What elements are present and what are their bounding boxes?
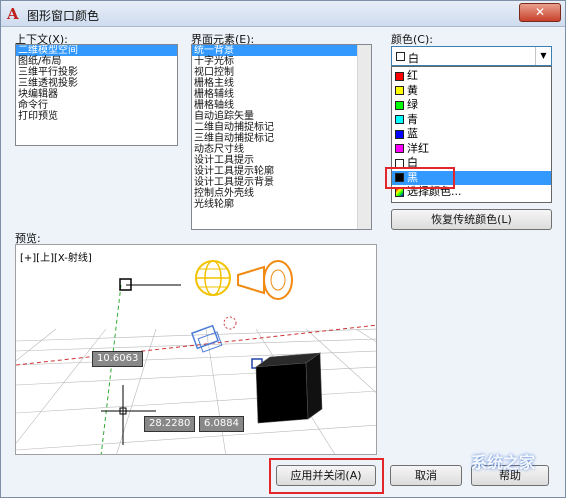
context-list-item[interactable]: 块编辑器 (16, 89, 177, 100)
interface-element-item[interactable]: 十字光标 (192, 56, 371, 67)
color-swatch-icon (395, 115, 404, 124)
coordinate-input-x: 28.2280 (144, 416, 196, 432)
preview-viewport: [+][上][X-射线] 10.6063 28.2280 6.0884 (15, 244, 377, 455)
color-swatch-icon (395, 86, 404, 95)
color-option[interactable]: 洋红 (392, 142, 551, 156)
context-list-item[interactable]: 命令行 (16, 100, 177, 111)
interface-element-item[interactable]: 栅格主线 (192, 78, 371, 89)
interface-element-item[interactable]: 设计工具提示背景 (192, 177, 371, 188)
interface-element-item[interactable]: 控制点外壳线 (192, 188, 371, 199)
cancel-button[interactable]: 取消 (390, 465, 462, 486)
color-swatch-icon (395, 71, 404, 81)
color-option[interactable]: 绿 (392, 98, 551, 112)
context-list-item[interactable]: 打印预览 (16, 111, 177, 122)
viewport-label[interactable]: [+][上][X-射线] (20, 249, 92, 264)
interface-element-item[interactable]: 设计工具提示 (192, 155, 371, 166)
context-list-item[interactable]: 三维透视投影 (16, 78, 177, 89)
preview-scene (16, 260, 376, 454)
title-bar[interactable]: A 图形窗口颜色 ✕ (1, 1, 565, 27)
interface-element-item[interactable]: 栅格轴线 (192, 100, 371, 111)
highlight-apply-button (269, 458, 384, 494)
restore-classic-colors-button[interactable]: 恢复传统颜色(L) (391, 209, 552, 230)
dialog-window: A 图形窗口颜色 ✕ 上下文(X): 二维模型空间 图纸/布局 三维平行投影 三维透视… (0, 0, 566, 498)
highlight-black-option (385, 167, 455, 189)
window-title: 图形窗口颜色 (27, 9, 100, 23)
color-option-label: 青 (407, 112, 418, 126)
watermark-text: 系统之家 (471, 453, 536, 472)
color-swatch-icon (395, 144, 404, 153)
current-color-swatch (396, 52, 405, 61)
elements-scrollbar[interactable] (357, 45, 371, 229)
interface-elements-listbox[interactable]: 统一背景 十字光标 视口控制 栅格主线 栅格辅线 栅格轴线 自动追踪矢量 二维自动捕捉标记 三维… (191, 44, 372, 230)
color-swatch-icon (395, 100, 404, 110)
color-label: 颜色(C): (391, 33, 433, 46)
color-option[interactable]: 黄 (392, 84, 551, 98)
interface-element-item[interactable]: 视口控制 (192, 67, 371, 78)
autocad-app-icon: A (7, 5, 19, 23)
dimension-input-1: 10.6063 (92, 351, 144, 367)
color-option[interactable]: 红 (392, 69, 551, 83)
interface-element-item[interactable]: 设计工具提示轮廓 (192, 166, 371, 177)
coordinate-input-y: 6.0884 (199, 416, 244, 432)
close-button[interactable]: ✕ (519, 3, 561, 22)
color-option-label: 蓝 (407, 127, 418, 140)
context-list-item[interactable]: 三维平行投影 (16, 67, 177, 78)
current-color-value: 白 (408, 52, 419, 65)
color-option[interactable]: 蓝 (392, 127, 551, 141)
chevron-down-icon[interactable]: ▼ (535, 47, 551, 65)
interface-element-item[interactable]: 统一背景 (192, 45, 371, 56)
interface-element-item[interactable]: 动态尺寸线 (192, 144, 371, 155)
color-combobox[interactable]: 白 ▼ (391, 46, 552, 66)
interface-element-item[interactable]: 自动追踪矢量 (192, 111, 371, 122)
context-list-item[interactable]: 图纸/布局 (16, 56, 177, 67)
color-option-label: 红 (407, 69, 418, 82)
interface-element-item[interactable]: 栅格辅线 (192, 89, 371, 100)
close-icon: ✕ (534, 5, 546, 19)
color-option-label: 洋红 (407, 141, 429, 155)
context-list-item[interactable]: 二维模型空间 (16, 45, 177, 56)
context-listbox[interactable]: 二维模型空间 图纸/布局 三维平行投影 三维透视投影 块编辑器 命令行 打印预览 (15, 44, 178, 146)
color-option[interactable]: 青 (392, 113, 551, 127)
color-option-label: 黄 (407, 83, 418, 97)
color-swatch-icon (395, 129, 404, 139)
interface-element-item[interactable]: 二维自动捕捉标记 (192, 122, 371, 133)
interface-element-item[interactable]: 三维自动捕捉标记 (192, 133, 371, 144)
interface-element-item[interactable]: 光线轮廓 (192, 199, 371, 210)
color-option-label: 绿 (407, 98, 418, 111)
